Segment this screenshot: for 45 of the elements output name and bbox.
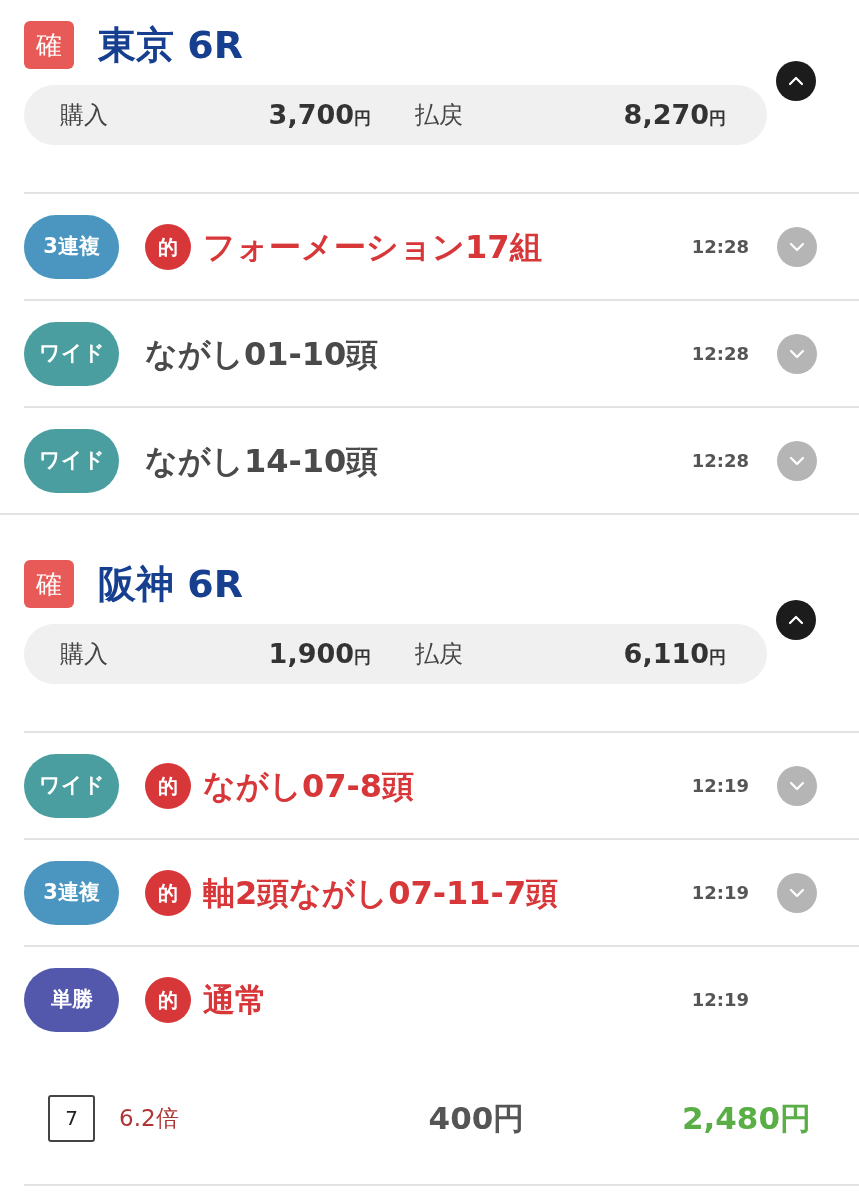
bet-type-tag: ワイド [24,428,119,493]
expand-button[interactable] [777,765,817,806]
payout-amount: 2,480円 [681,1098,811,1138]
summary-amount: 3,700円 [268,97,371,132]
hit-badge: 的 [145,869,191,916]
status-badge: 確 [24,560,74,608]
bet-type-tag: 3連複 [24,860,119,925]
horse-number: 7 [48,1094,95,1142]
expand-button[interactable] [777,226,817,267]
bet-type-tag: 単勝 [24,967,119,1032]
bet-amount: 400円 [428,1098,525,1138]
bet-time: 12:19 [691,774,749,798]
collapse-button[interactable] [776,61,816,101]
bet-title: ながし14-10頭 [145,440,379,482]
hit-badge: 的 [145,762,191,809]
bet-time: 12:28 [691,449,749,473]
summary-label: 払戻 [415,100,463,131]
summary-amount: 6,110円 [623,636,726,671]
summary-label: 購入 [60,639,108,670]
expand-button[interactable] [777,333,817,374]
status-badge: 確 [24,21,74,69]
bet-type-tag: 3連複 [24,214,119,279]
expand-button[interactable] [777,440,817,481]
collapse-button[interactable] [776,600,816,640]
bet-title: ながし07-8頭 [203,765,415,807]
bet-title: 通常 [203,979,267,1021]
summary-amount: 1,900円 [268,636,371,671]
race-title: 阪神 6R [98,560,243,608]
summary-label: 購入 [60,100,108,131]
summary-label: 払戻 [415,639,463,670]
expand-button[interactable] [777,872,817,913]
summary-amount: 8,270円 [623,97,726,132]
bet-time: 12:19 [691,881,749,905]
bet-time: 12:28 [691,342,749,366]
bet-type-tag: ワイド [24,321,119,386]
race-title: 東京 6R [98,21,243,69]
bet-title: ながし01-10頭 [145,333,379,375]
bet-title: 軸2頭ながし07-11-7頭 [203,872,559,914]
bet-type-tag: ワイド [24,753,119,818]
bet-time: 12:28 [691,235,749,259]
hit-badge: 的 [145,976,191,1023]
hit-badge: 的 [145,223,191,270]
odds-text: 6.2倍 [119,1103,179,1133]
bet-title: フォーメーション17組 [203,226,542,268]
bet-time: 12:19 [691,988,749,1012]
